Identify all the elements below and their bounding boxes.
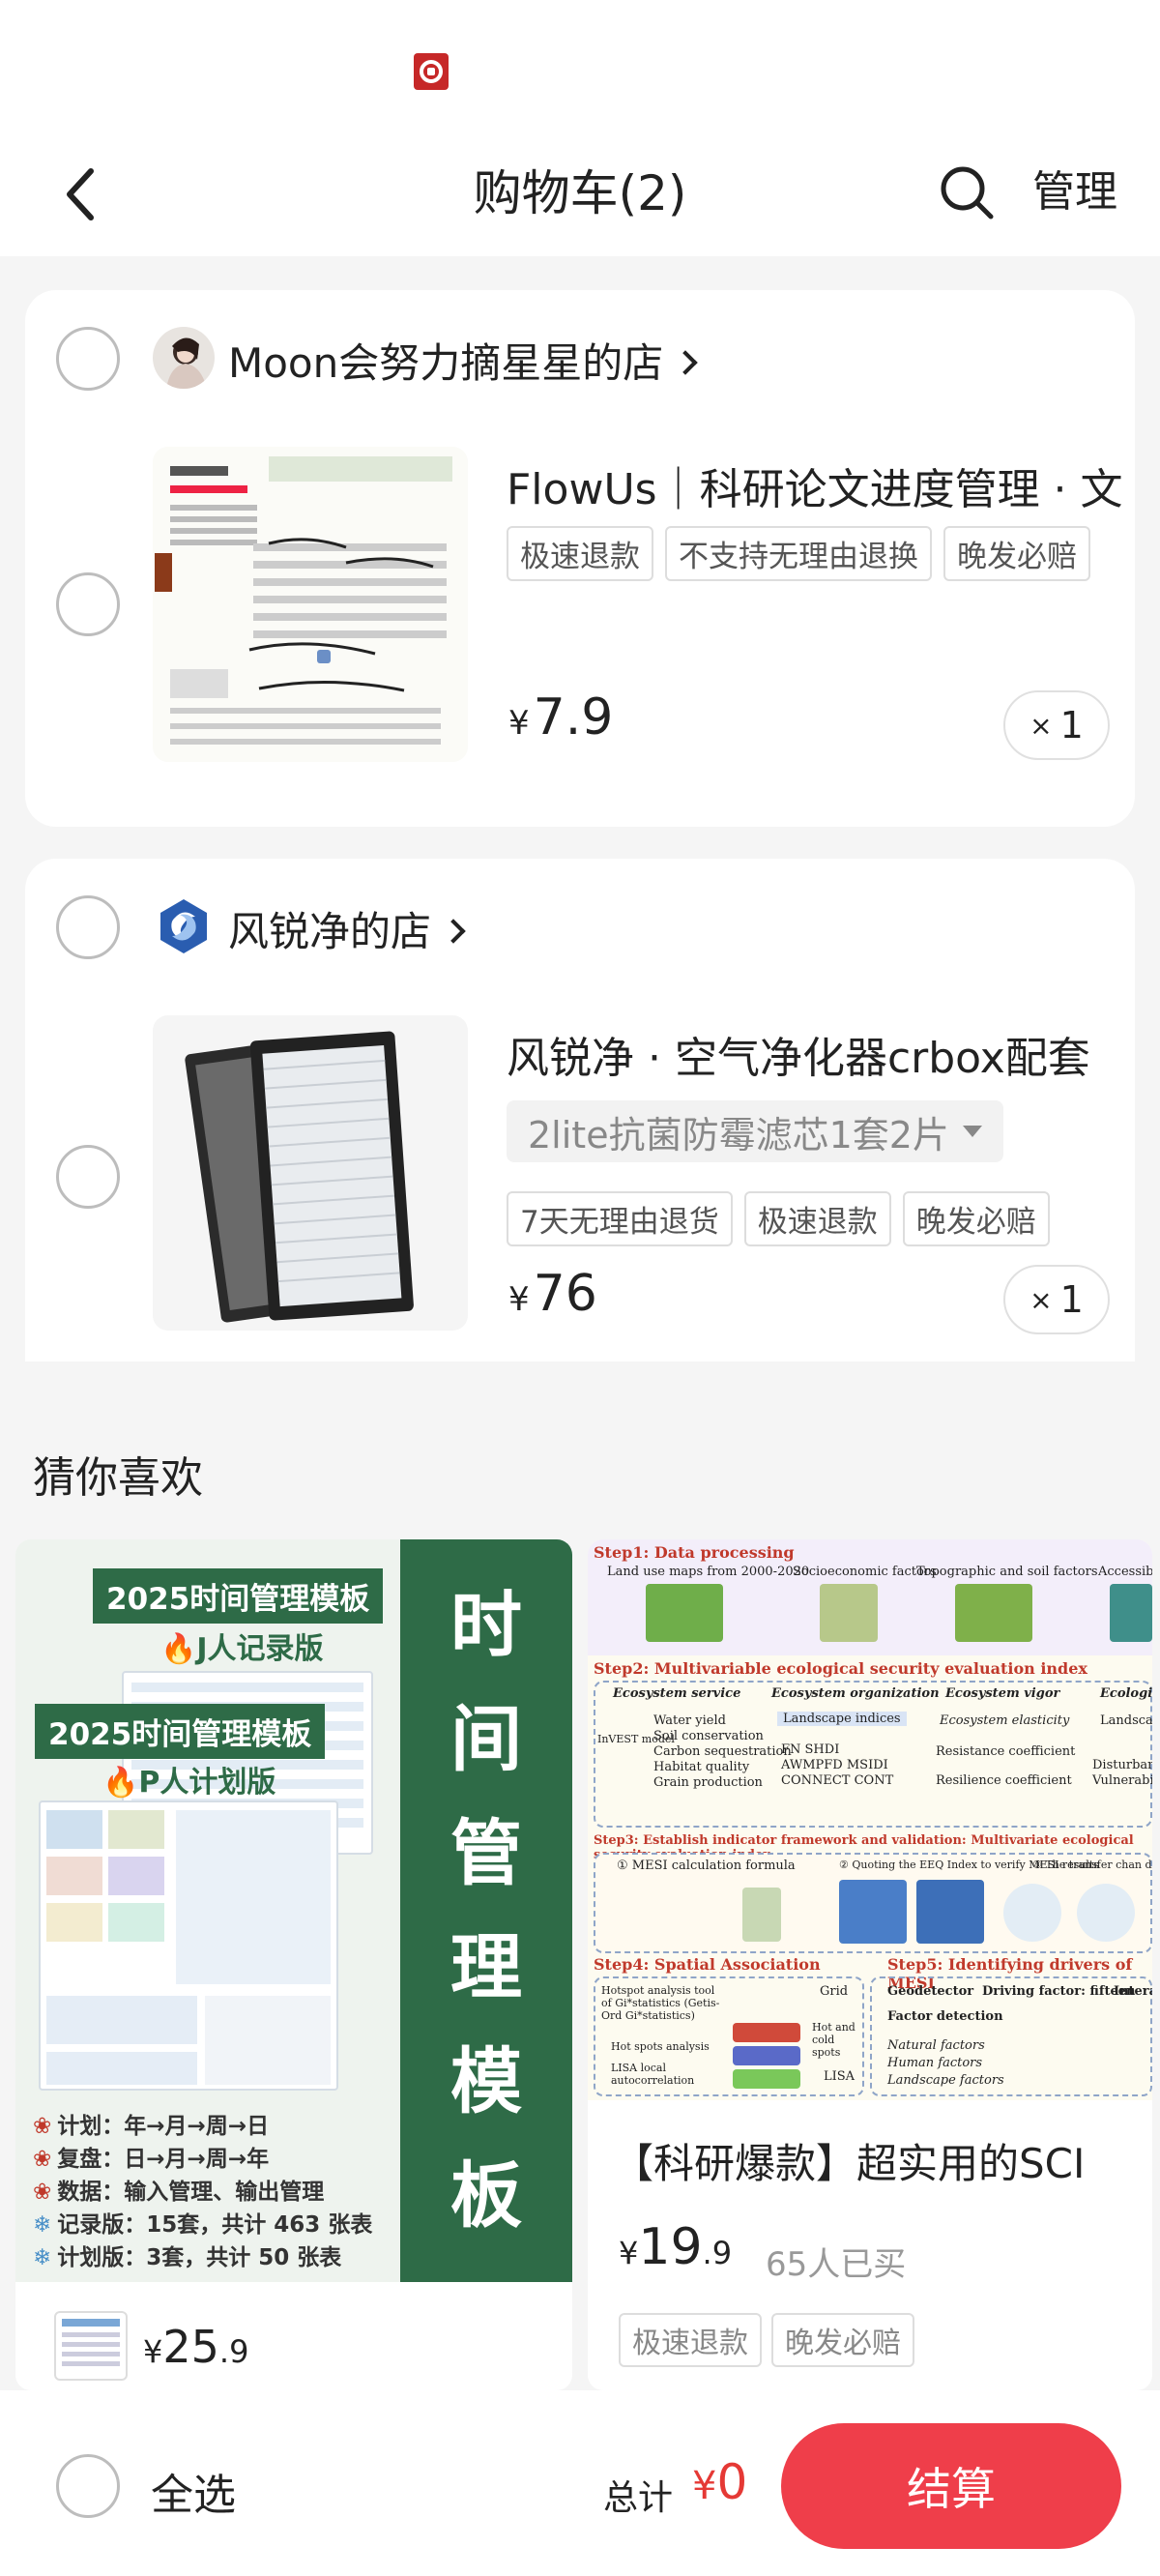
product-tags: 7天无理由退货 极速退款 晚发必赔	[507, 1191, 1106, 1246]
caret-down-icon	[962, 1126, 982, 1137]
recommend-image: Step1: Data processing Land use maps fro…	[588, 1539, 1152, 2100]
variant-label: 2lite抗菌防霉滤芯1套2片	[528, 1113, 949, 1156]
search-button[interactable]	[933, 159, 1000, 226]
step-heading: Step2: Multivariable ecological security…	[594, 1659, 1088, 1678]
search-icon	[941, 166, 994, 220]
recommend-title: 猜你喜欢	[33, 1453, 203, 1503]
total-label: 总计	[603, 2478, 674, 2518]
quantity-value: 1	[1059, 1278, 1084, 1321]
recommend-price: ¥19.9	[619, 2218, 733, 2276]
template-label: 2025时间管理模板	[35, 1704, 326, 1759]
product-thumbnail[interactable]	[153, 447, 468, 762]
recommend-price: ¥25.9	[143, 2321, 249, 2373]
feature-line: ❀ 数据：输入管理、输出管理	[33, 2180, 325, 2205]
feature-line: ❀ 计划：年→月→周→日	[33, 2114, 270, 2139]
recommend-card[interactable]: 2025时间管理模板 🔥J人记录版 2025时间管理模板 🔥P人计划版 ❀ 计划：…	[15, 1539, 572, 2390]
step-heading: Step1: Data processing	[594, 1543, 795, 1562]
recommend-card[interactable]: Step1: Data processing Land use maps fro…	[588, 1539, 1152, 2390]
shop-name: Moon会努力摘星星的店	[228, 339, 664, 387]
quantity-value: 1	[1059, 704, 1084, 746]
product-title[interactable]: FlowUs｜科研论文进度管理 · 文	[507, 454, 1135, 516]
template-title-band: 时 间 管 理 模 板	[400, 1539, 572, 2282]
total-amount: ¥0	[692, 2454, 748, 2510]
shop-name: 风锐净的店	[228, 908, 432, 955]
select-all-label[interactable]: 全选	[151, 2460, 236, 2522]
feature-list: ❀ 计划：年→月→周→日 ❀ 复盘：日→月→周→年 ❀ 数据：输入管理、输出管理 ❄ 记…	[33, 2110, 400, 2274]
service-tag: 不支持无理由退换	[665, 526, 932, 581]
product-title[interactable]: 风锐净 · 空气净化器crbox配套	[507, 1023, 1135, 1085]
shop-name-link[interactable]: 风锐净的店	[228, 899, 466, 958]
template-label: 2025时间管理模板	[93, 1568, 384, 1624]
service-tag: 极速退款	[619, 2313, 762, 2367]
shop-card: Moon会努力摘星星的店 FlowUs｜科研论文进度管理 · 文 极速退款 不支…	[25, 290, 1135, 827]
product-tags: 极速退款 不支持无理由退换 晚发必赔	[507, 526, 1106, 581]
chevron-right-icon	[673, 349, 698, 375]
chevron-right-icon	[441, 918, 466, 944]
status-bar	[0, 0, 1160, 135]
service-tag: 晚发必赔	[902, 1191, 1050, 1246]
manage-button[interactable]: 管理	[1032, 157, 1117, 219]
feature-line: ❄ 记录版：15套，共计 463 张表	[33, 2212, 373, 2238]
quantity-stepper[interactable]: × 1	[1003, 690, 1110, 760]
step-heading: Step4: Spatial Association	[594, 1955, 821, 1974]
recommend-image: 2025时间管理模板 🔥J人记录版 2025时间管理模板 🔥P人计划版 ❀ 计划：…	[15, 1539, 572, 2282]
item-select-checkbox[interactable]	[56, 1145, 120, 1209]
checkout-button[interactable]: 结算	[781, 2423, 1121, 2549]
service-tag: 极速退款	[507, 526, 653, 581]
item-select-checkbox[interactable]	[56, 572, 120, 636]
quantity-stepper[interactable]: × 1	[1003, 1265, 1110, 1334]
shop-name-link[interactable]: Moon会努力摘星星的店	[228, 331, 698, 390]
template-subtitle: 🔥J人记录版	[160, 1632, 324, 1666]
shop-select-checkbox[interactable]	[56, 327, 120, 391]
sold-count: 65人已买	[766, 2245, 907, 2284]
feature-line: ❄ 计划版：3套，共计 50 张表	[33, 2245, 342, 2270]
shop-card: 风锐净的店 风锐净 · 空气净化器crbox配套 2lite抗菌防霉滤芯1套2片…	[25, 859, 1135, 1361]
bank-app-icon	[414, 53, 449, 90]
recommend-tags: 极速退款 晚发必赔	[619, 2313, 914, 2367]
sheet-preview	[39, 1800, 338, 2091]
template-subtitle: 🔥P人计划版	[102, 1766, 276, 1800]
shop-select-checkbox[interactable]	[56, 895, 120, 959]
service-tag: 晚发必赔	[771, 2313, 914, 2367]
shop-header: Moon会努力摘星星的店	[25, 319, 1135, 396]
product-price: ¥76	[508, 1265, 597, 1323]
service-tag: 极速退款	[743, 1191, 891, 1246]
shop-header: 风锐净的店	[25, 888, 1135, 965]
shop-avatar[interactable]	[153, 327, 215, 389]
shop-logo[interactable]	[153, 895, 215, 957]
product-thumbnail[interactable]	[153, 1015, 468, 1331]
variant-selector[interactable]: 2lite抗菌防霉滤芯1套2片	[507, 1100, 1003, 1162]
service-tag: 7天无理由退货	[507, 1191, 733, 1246]
nav-bar: 购物车(2) 管理	[0, 135, 1160, 256]
recommend-product-title: 【科研爆款】超实用的SCI	[613, 2140, 1086, 2187]
checkout-bar: 全选 总计 ¥0 结算	[0, 2390, 1160, 2576]
product-mini-thumbnail	[54, 2311, 128, 2381]
feature-line: ❀ 复盘：日→月→周→年	[33, 2147, 270, 2172]
select-all-checkbox[interactable]	[56, 2454, 120, 2518]
service-tag: 晚发必赔	[943, 526, 1090, 581]
product-price: ¥7.9	[508, 688, 614, 746]
